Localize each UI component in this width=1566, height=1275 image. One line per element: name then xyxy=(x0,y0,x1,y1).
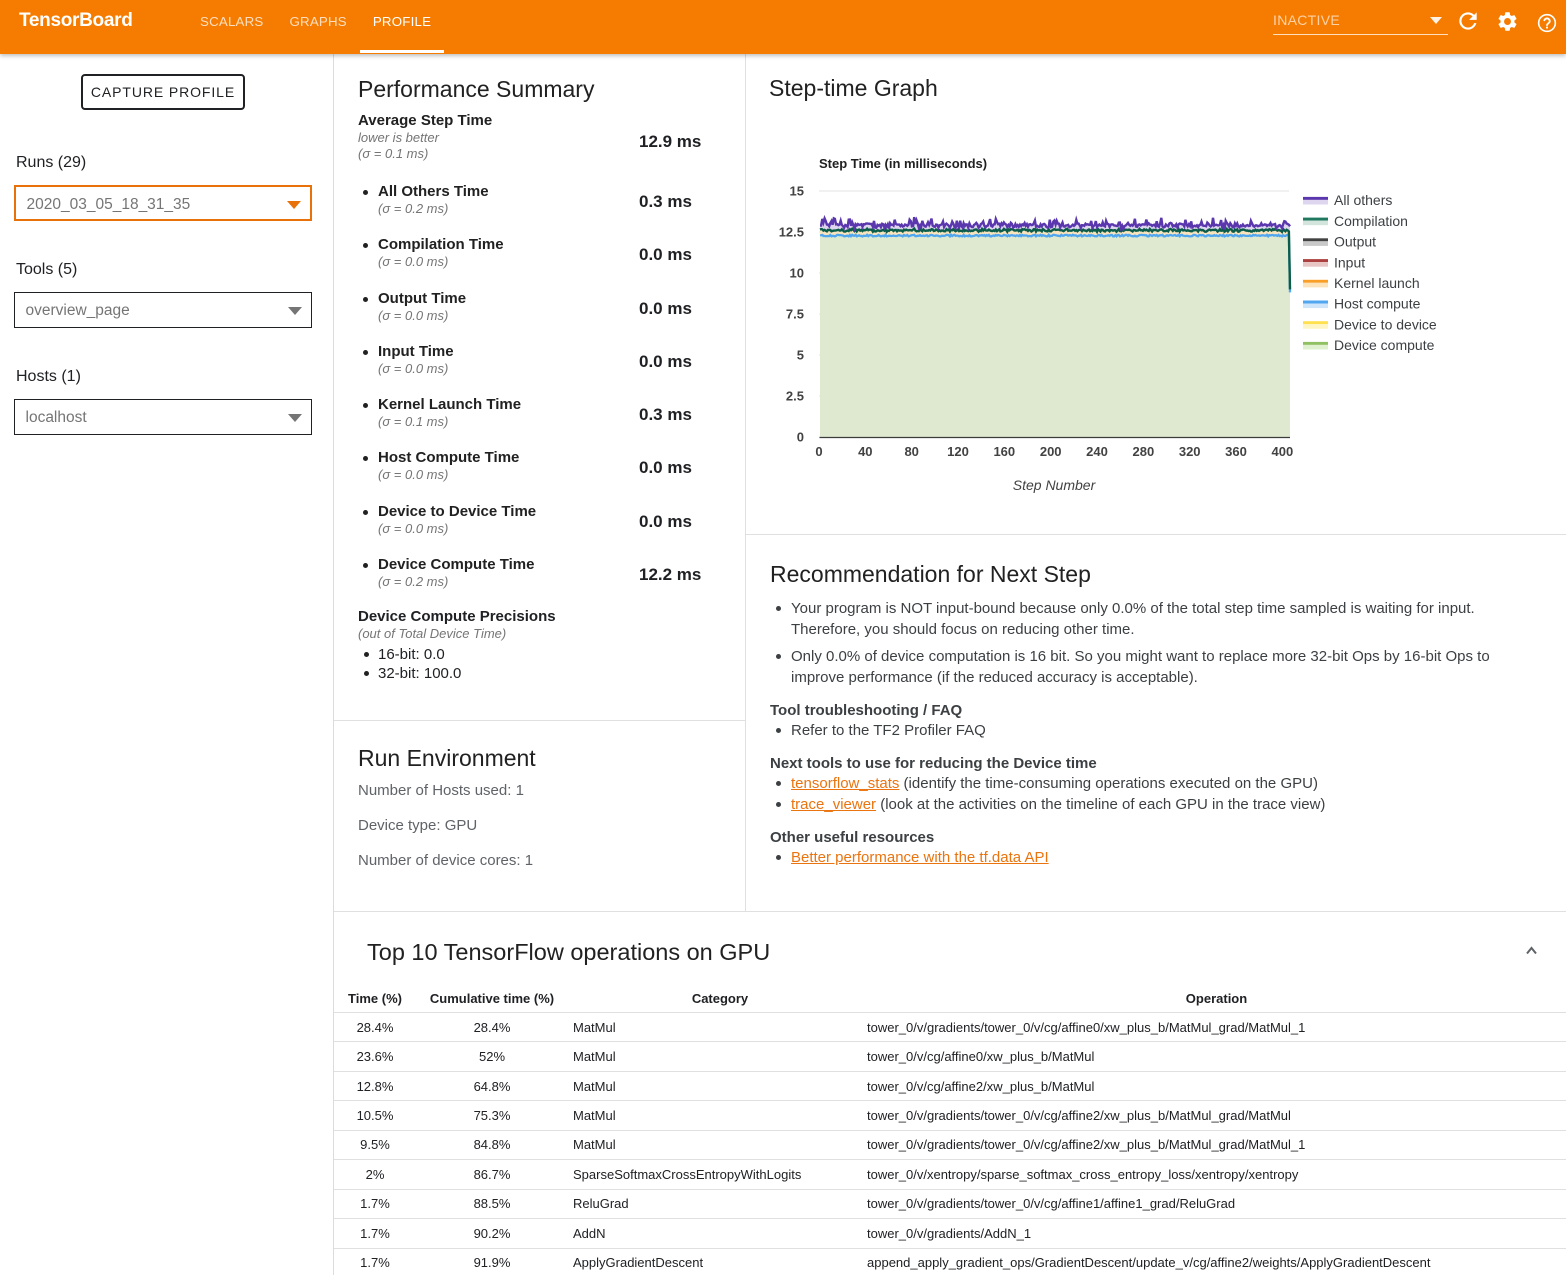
svg-text:10: 10 xyxy=(790,266,804,281)
svg-text:2.5: 2.5 xyxy=(786,389,804,404)
svg-text:160: 160 xyxy=(993,444,1015,459)
svg-text:240: 240 xyxy=(1086,444,1108,459)
svg-text:Host compute: Host compute xyxy=(1334,296,1421,312)
svg-text:12.5: 12.5 xyxy=(779,225,804,240)
svg-text:120: 120 xyxy=(947,444,969,459)
svg-text:Step Number: Step Number xyxy=(1013,477,1097,493)
svg-text:15: 15 xyxy=(790,184,804,199)
svg-text:280: 280 xyxy=(1133,444,1155,459)
svg-text:Input: Input xyxy=(1334,254,1365,270)
svg-text:0: 0 xyxy=(815,444,822,459)
svg-text:200: 200 xyxy=(1040,444,1062,459)
svg-text:360: 360 xyxy=(1225,444,1247,459)
svg-text:Step Time (in milliseconds): Step Time (in milliseconds) xyxy=(819,156,987,171)
svg-text:0: 0 xyxy=(797,430,804,445)
svg-text:Compilation: Compilation xyxy=(1334,213,1408,229)
svg-text:Device to device: Device to device xyxy=(1334,316,1437,332)
svg-text:Device compute: Device compute xyxy=(1334,337,1435,353)
svg-text:7.5: 7.5 xyxy=(786,307,804,322)
svg-text:Output: Output xyxy=(1334,234,1376,250)
svg-text:80: 80 xyxy=(904,444,918,459)
svg-text:320: 320 xyxy=(1179,444,1201,459)
svg-text:40: 40 xyxy=(858,444,872,459)
svg-text:400: 400 xyxy=(1272,444,1294,459)
svg-text:All others: All others xyxy=(1334,192,1392,208)
svg-text:Kernel launch: Kernel launch xyxy=(1334,275,1420,291)
svg-text:5: 5 xyxy=(797,348,804,363)
